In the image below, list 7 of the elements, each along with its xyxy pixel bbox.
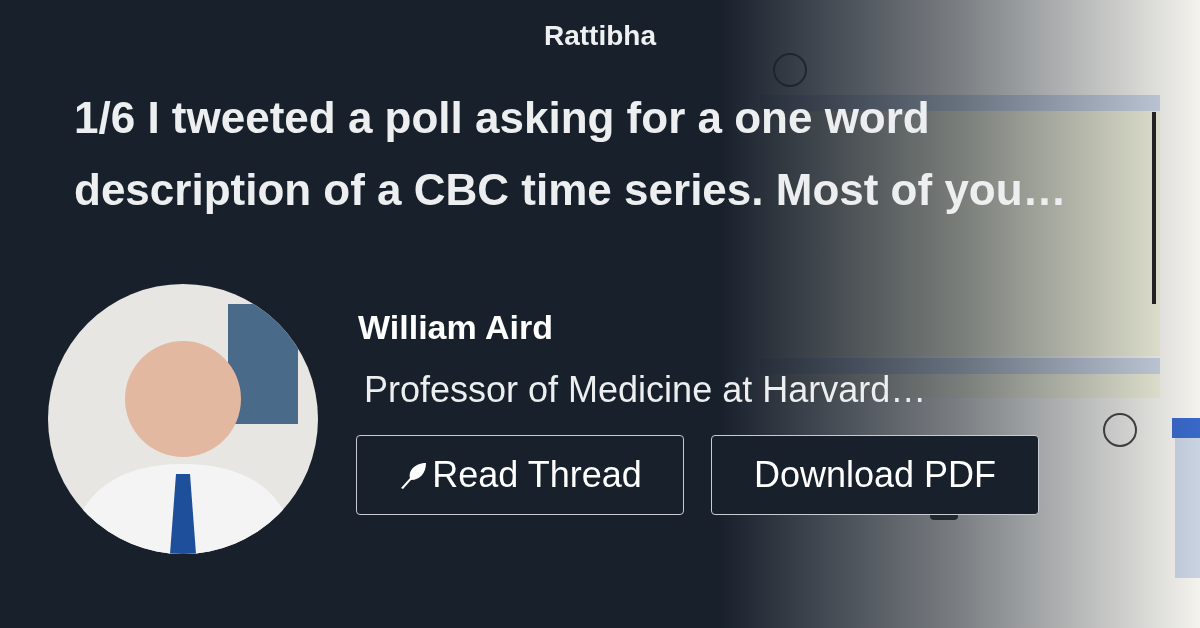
tweet-text: 1/6 I tweeted a poll asking for a one word description of a CBC time series. Most of you… [74, 92, 1068, 216]
read-thread-button[interactable]: Read Thread [356, 435, 684, 515]
site-title: Rattibha [544, 20, 656, 52]
feather-icon [398, 460, 429, 490]
download-button[interactable]: Download PDF [711, 435, 1039, 515]
author-bio: Professor of Medicine at Harvard… [363, 369, 928, 411]
author-name: William Aird [357, 308, 554, 347]
